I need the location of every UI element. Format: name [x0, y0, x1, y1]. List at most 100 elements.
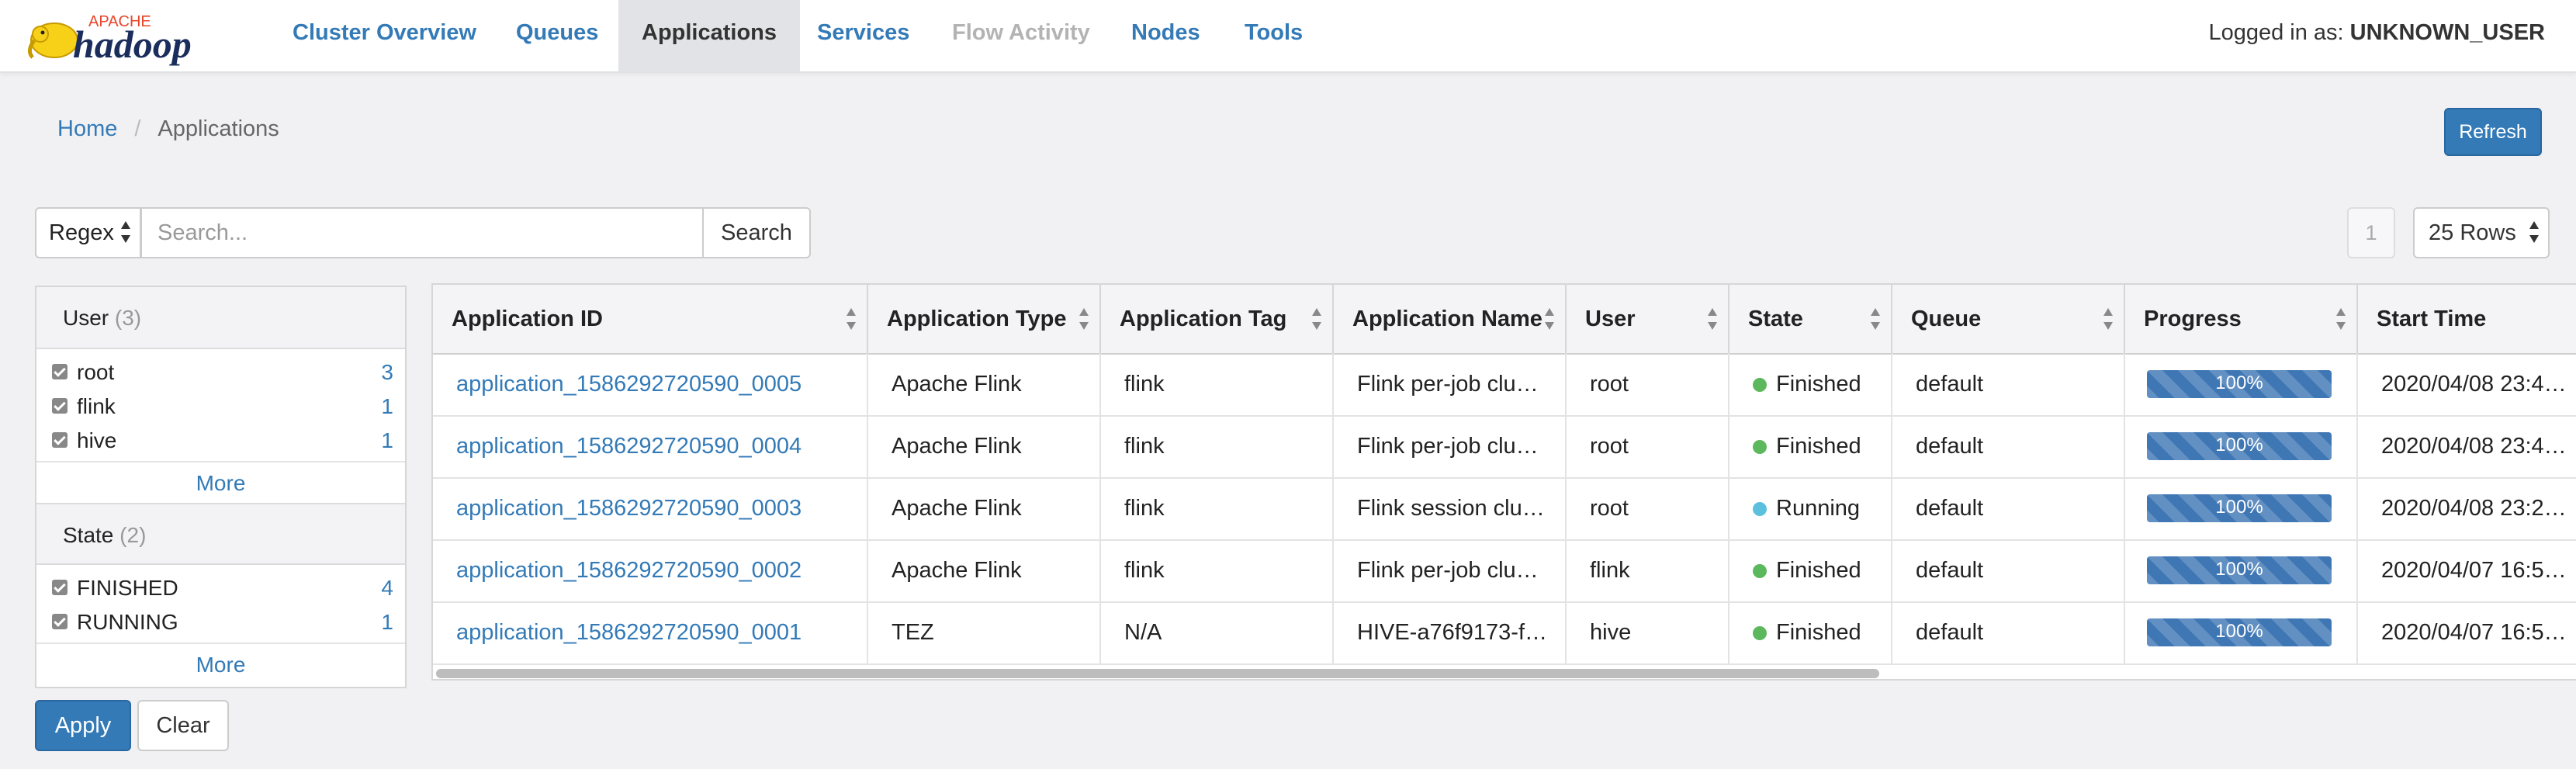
nav-services[interactable]: Services: [794, 0, 933, 71]
facet-panel: User (3) root 3 flink 1 hive 1 More Stat…: [35, 286, 407, 688]
cell-user: hive: [1567, 601, 1729, 663]
application-link[interactable]: application_1586292720590_0004: [456, 434, 802, 459]
application-link[interactable]: application_1586292720590_0001: [456, 620, 802, 645]
progress-label: 100%: [2215, 497, 2263, 518]
column-header-application-name[interactable]: Application Name: [1334, 285, 1567, 353]
column-header-progress[interactable]: Progress: [2125, 285, 2358, 353]
state-dot-icon: [1753, 502, 1767, 516]
checkbox-checked-icon[interactable]: [52, 398, 68, 414]
facet-option-finished[interactable]: FINISHED 4: [52, 571, 424, 605]
refresh-button[interactable]: Refresh: [2444, 108, 2542, 156]
nav-applications[interactable]: Applications: [618, 0, 801, 71]
cell-application-type: Apache Flink: [868, 353, 1101, 415]
facet-option-count[interactable]: 1: [381, 605, 393, 639]
hadoop-logo[interactable]: APACHE hadoop: [17, 6, 242, 68]
facet-user-count: (3): [114, 306, 142, 330]
progress-label: 100%: [2215, 559, 2263, 580]
cell-progress: 100%: [2125, 477, 2358, 539]
column-header-state[interactable]: State: [1729, 285, 1892, 353]
application-link[interactable]: application_1586292720590_0003: [456, 496, 802, 521]
state-label: Finished: [1776, 620, 1861, 645]
search-mode-value: Regex: [49, 220, 114, 245]
apply-button[interactable]: Apply: [35, 700, 131, 751]
cell-state: Finished: [1729, 353, 1892, 415]
login-prefix: Logged in as:: [2208, 20, 2350, 45]
facet-option-count[interactable]: 3: [381, 355, 393, 390]
facet-option-flink[interactable]: flink 1: [52, 390, 424, 424]
sort-icon[interactable]: [1545, 307, 1554, 333]
facet-option-label: root: [77, 360, 115, 384]
search-input[interactable]: Search...: [140, 207, 704, 258]
facet-option-label: hive: [77, 428, 117, 452]
column-header-application-type[interactable]: Application Type: [868, 285, 1101, 353]
clear-button[interactable]: Clear: [137, 700, 229, 751]
progress-label: 100%: [2215, 372, 2263, 393]
sort-icon[interactable]: [847, 307, 856, 333]
page-number[interactable]: 1: [2347, 207, 2395, 258]
table-header: Application ID Application Type Applicat…: [433, 285, 2576, 355]
facet-user-title: User: [63, 306, 109, 330]
facet-state-count: (2): [119, 523, 147, 547]
cell-progress: 100%: [2125, 539, 2358, 601]
cell-application-name: Flink session clu…: [1334, 477, 1567, 539]
checkbox-checked-icon[interactable]: [52, 432, 68, 448]
facet-option-count[interactable]: 4: [381, 571, 393, 605]
select-arrows-icon: [121, 220, 130, 246]
cell-state: Running: [1729, 477, 1892, 539]
cell-state: Finished: [1729, 601, 1892, 663]
facet-option-count[interactable]: 1: [381, 424, 393, 458]
state-label: Finished: [1776, 372, 1861, 397]
progress-bar: 100%: [2147, 370, 2332, 398]
breadcrumb-home[interactable]: Home: [57, 116, 117, 141]
checkbox-checked-icon[interactable]: [52, 614, 68, 629]
facet-option-running[interactable]: RUNNING 1: [52, 605, 424, 639]
column-header-application-tag[interactable]: Application Tag: [1101, 285, 1334, 353]
column-header-label: Progress: [2144, 307, 2242, 331]
application-link[interactable]: application_1586292720590_0002: [456, 558, 802, 583]
cell-application-id: application_1586292720590_0004: [433, 415, 868, 477]
sort-icon[interactable]: [1708, 307, 1717, 333]
login-status: Logged in as: UNKNOWN_USER: [2208, 0, 2545, 65]
facet-option-root[interactable]: root 3: [52, 355, 424, 390]
application-link[interactable]: application_1586292720590_0005: [456, 372, 802, 397]
nav-queues[interactable]: Queues: [493, 0, 621, 71]
cell-application-id: application_1586292720590_0003: [433, 477, 868, 539]
column-header-application-id[interactable]: Application ID: [433, 285, 868, 353]
column-header-start-time[interactable]: Start Time: [2358, 285, 2576, 353]
nav-flow-activity[interactable]: Flow Activity: [929, 0, 1113, 71]
table-row: application_1586292720590_0001 TEZ N/A H…: [433, 601, 2576, 665]
cell-user: root: [1567, 477, 1729, 539]
column-header-label: Start Time: [2377, 307, 2487, 331]
cell-application-type: Apache Flink: [868, 477, 1101, 539]
state-label: Running: [1776, 496, 1861, 521]
facet-state-more-link[interactable]: More: [36, 643, 405, 686]
sort-icon[interactable]: [1079, 307, 1089, 333]
facet-option-hive[interactable]: hive 1: [52, 424, 424, 458]
column-header-queue[interactable]: Queue: [1892, 285, 2125, 353]
nav-tools[interactable]: Tools: [1221, 0, 1326, 71]
search-mode-select[interactable]: Regex: [35, 207, 141, 258]
state-dot-icon: [1753, 626, 1767, 640]
checkbox-checked-icon[interactable]: [52, 364, 68, 379]
sort-icon[interactable]: [1312, 307, 1321, 333]
breadcrumb-separator: /: [134, 116, 141, 141]
cell-application-id: application_1586292720590_0001: [433, 601, 868, 663]
facet-option-count[interactable]: 1: [381, 390, 393, 424]
sort-icon[interactable]: [2103, 307, 2113, 333]
column-header-label: State: [1748, 307, 1803, 331]
nav-nodes[interactable]: Nodes: [1108, 0, 1224, 71]
nav-cluster-overview[interactable]: Cluster Overview: [269, 0, 500, 71]
progress-bar: 100%: [2147, 618, 2332, 646]
checkbox-checked-icon[interactable]: [52, 580, 68, 595]
svg-text:hadoop: hadoop: [73, 23, 192, 66]
sort-icon[interactable]: [1871, 307, 1880, 333]
column-header-user[interactable]: User: [1567, 285, 1729, 353]
horizontal-scrollbar[interactable]: [436, 669, 1879, 678]
facet-state-title: State: [63, 523, 114, 547]
rows-per-page-select[interactable]: 25 Rows: [2413, 207, 2550, 258]
facet-user-more-link[interactable]: More: [36, 461, 405, 504]
sort-icon[interactable]: [2336, 307, 2346, 333]
column-header-label: Application Type: [887, 307, 1067, 331]
progress-bar: 100%: [2147, 432, 2332, 460]
search-button[interactable]: Search: [702, 207, 811, 258]
